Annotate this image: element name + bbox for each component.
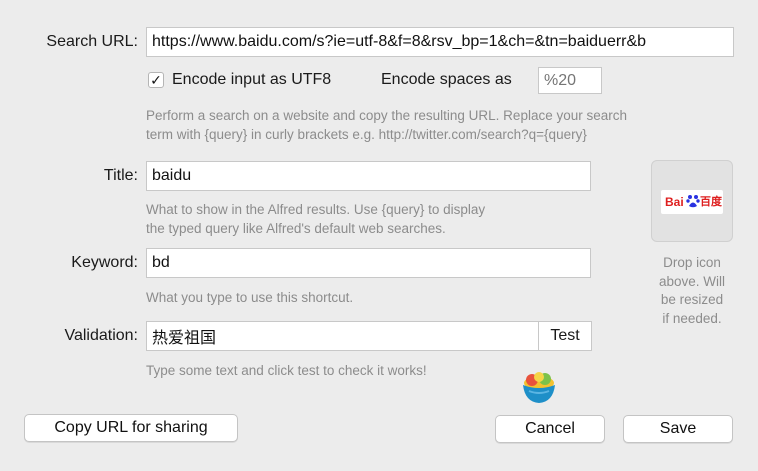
drop-hint-line: Drop icon <box>663 255 721 270</box>
search-hint-line: Perform a search on a website and copy t… <box>146 108 627 123</box>
search-url-label: Search URL: <box>46 33 138 50</box>
save-button[interactable]: Save <box>623 415 733 443</box>
title-input[interactable] <box>146 161 591 191</box>
copy-url-button[interactable]: Copy URL for sharing <box>24 414 238 442</box>
encode-spaces-input[interactable] <box>538 67 602 94</box>
baidu-logo-text-right: 百度 <box>700 196 722 208</box>
test-button[interactable]: Test <box>538 321 592 351</box>
alfred-bowl-icon <box>523 372 555 403</box>
cancel-button[interactable]: Cancel <box>495 415 605 443</box>
title-label: Title: <box>103 167 138 184</box>
validation-input[interactable] <box>146 321 539 351</box>
keyword-label: Keyword: <box>71 254 138 271</box>
search-url-input[interactable] <box>146 27 734 57</box>
title-hint: What to show in the Alfred results. Use … <box>146 200 616 238</box>
title-hint-line: What to show in the Alfred results. Use … <box>146 202 486 217</box>
drop-hint-line: be resized <box>660 292 724 307</box>
drop-hint-line: if needed. <box>662 310 722 326</box>
encode-utf8-label: Encode input as UTF8 <box>172 71 332 88</box>
drop-icon-hint: Drop icon above. Will be resized if need… <box>645 254 739 328</box>
keyword-hint: What you type to use this shortcut. <box>146 290 354 305</box>
validation-label: Validation: <box>64 327 138 344</box>
drop-hint-line: above. Will <box>658 273 726 289</box>
title-hint-line: the typed query like Alfred's default we… <box>146 221 446 236</box>
encode-utf8-checkbox[interactable]: ✓ <box>148 72 164 88</box>
icon-drop-well[interactable]: Bai 百度 <box>651 160 733 242</box>
search-hint-line: term with {query} in curly brackets e.g.… <box>146 127 587 142</box>
search-url-hint: Perform a search on a website and copy t… <box>146 106 746 144</box>
keyword-input[interactable] <box>146 248 591 278</box>
baidu-logo: Bai 百度 <box>661 190 723 214</box>
baidu-logo-text-left: Bai <box>665 195 684 209</box>
encode-spaces-label: Encode spaces as <box>381 71 512 88</box>
paw-icon <box>686 195 700 208</box>
